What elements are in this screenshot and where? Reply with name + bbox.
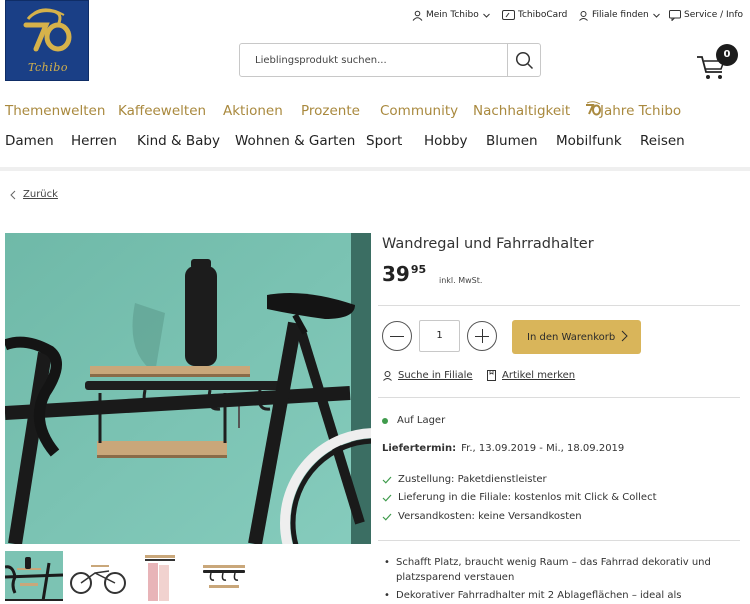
store-pin-icon bbox=[579, 10, 588, 21]
product-title: Wandregal und Fahrradhalter bbox=[382, 236, 594, 252]
bookmark-icon bbox=[487, 370, 496, 381]
search-button[interactable] bbox=[507, 44, 541, 76]
stock-indicator-dot bbox=[382, 417, 388, 424]
search-bar bbox=[239, 43, 541, 77]
search-input[interactable] bbox=[240, 44, 508, 76]
checkmark-icon bbox=[382, 476, 392, 484]
shipping-item: Zustellung: Paketdienstleister bbox=[382, 474, 547, 485]
thumbnail-1[interactable] bbox=[5, 551, 63, 601]
user-icon bbox=[412, 10, 423, 21]
stock-label: Auf Lager bbox=[397, 415, 446, 426]
cart-count-badge: 0 bbox=[716, 44, 738, 66]
quantity-plus-button[interactable] bbox=[467, 321, 497, 351]
service-link[interactable]: Service / Info bbox=[669, 8, 743, 22]
delivery-label: Liefertermin: bbox=[382, 443, 457, 454]
bookmark-link[interactable]: Artikel merken bbox=[486, 370, 575, 381]
nav-hobby[interactable]: Hobby bbox=[424, 133, 468, 149]
chevron-right-icon bbox=[621, 330, 628, 342]
stock-status: Auf Lager bbox=[382, 415, 445, 426]
nav-herren[interactable]: Herren bbox=[71, 133, 117, 149]
quantity-input[interactable]: 1 bbox=[419, 320, 460, 352]
search-icon bbox=[515, 51, 534, 69]
delivery-date: Liefertermin: Fr., 13.09.2019 - Mi., 18.0… bbox=[382, 443, 624, 454]
shipping-label: Zustellung: Paketdienstleister bbox=[398, 474, 547, 485]
nav-reisen[interactable]: Reisen bbox=[640, 133, 685, 149]
divider-bottom bbox=[378, 540, 740, 541]
price-cents: 95 bbox=[410, 263, 427, 276]
delivery-range: Fr., 13.09.2019 - Mi., 18.09.2019 bbox=[461, 443, 625, 454]
account-link[interactable]: Mein Tchibo bbox=[412, 8, 494, 22]
feature-item: Dekorativer Fahrradhalter mit 2 Ablagefl… bbox=[382, 588, 722, 604]
card-label: TchiboCard bbox=[518, 10, 568, 20]
card-icon bbox=[502, 10, 515, 20]
chevron-down-icon bbox=[482, 13, 490, 18]
nav-jahre-tchibo[interactable]: Jahre Tchibo bbox=[600, 103, 681, 119]
nav-sport[interactable]: Sport bbox=[366, 133, 402, 149]
shipping-label: Lieferung in die Filiale: kostenlos mit … bbox=[398, 492, 657, 503]
thumbnail-3[interactable] bbox=[133, 551, 191, 601]
tchibo-logo[interactable]: Tchibo bbox=[5, 0, 89, 81]
thumbnail-2[interactable] bbox=[69, 551, 127, 601]
price-note: inkl. MwSt. bbox=[439, 276, 483, 285]
shipping-item: Lieferung in die Filiale: kostenlos mit … bbox=[382, 492, 657, 503]
header-divider bbox=[0, 167, 750, 171]
thumbnail-4[interactable] bbox=[197, 551, 255, 601]
cart-button[interactable]: 0 bbox=[696, 44, 742, 80]
product-main-image[interactable] bbox=[5, 233, 371, 544]
nav-blumen[interactable]: Blumen bbox=[486, 133, 538, 149]
service-label: Service / Info bbox=[684, 10, 744, 20]
nav-aktionen[interactable]: Aktionen bbox=[223, 103, 283, 119]
add-to-cart-label: In den Warenkorb bbox=[527, 331, 616, 343]
nav-kind-baby[interactable]: Kind & Baby bbox=[137, 133, 220, 149]
find-in-store-label: Suche in Filiale bbox=[398, 370, 473, 381]
back-label: Zurück bbox=[23, 189, 58, 200]
shipping-label: Versandkosten: keine Versandkosten bbox=[398, 511, 582, 522]
checkmark-icon bbox=[382, 513, 392, 521]
add-to-cart-button[interactable]: In den Warenkorb bbox=[512, 320, 641, 354]
tchibocard-link[interactable]: TchiboCard bbox=[502, 8, 567, 22]
find-in-store-link[interactable]: Suche in Filiale bbox=[382, 370, 473, 381]
product-price: 3995 bbox=[382, 262, 426, 286]
quantity-minus-button[interactable] bbox=[382, 321, 412, 351]
bookmark-label: Artikel merken bbox=[502, 370, 576, 381]
store-finder-link[interactable]: Filiale finden bbox=[578, 8, 664, 22]
nav-prozente[interactable]: Prozente bbox=[301, 103, 360, 119]
account-label: Mein Tchibo bbox=[426, 10, 479, 20]
nav-damen[interactable]: Damen bbox=[5, 133, 54, 149]
price-main: 39 bbox=[382, 262, 410, 286]
checkmark-icon bbox=[382, 494, 392, 502]
chevron-left-icon bbox=[10, 190, 16, 199]
nav-wohnen-garten[interactable]: Wohnen & Garten bbox=[235, 133, 355, 149]
store-label: Filiale finden bbox=[592, 10, 649, 20]
nav-themenwelten[interactable]: Themenwelten bbox=[5, 103, 105, 119]
store-search-icon bbox=[383, 371, 392, 381]
back-link[interactable]: Zurück bbox=[10, 189, 58, 200]
feature-item: Schafft Platz, braucht wenig Raum – das … bbox=[382, 555, 722, 585]
nav-mobilfunk[interactable]: Mobilfunk bbox=[556, 133, 622, 149]
nav-nachhaltigkeit[interactable]: Nachhaltigkeit bbox=[473, 103, 570, 119]
divider-middle bbox=[378, 397, 740, 398]
shipping-item: Versandkosten: keine Versandkosten bbox=[382, 511, 582, 522]
brand-name: Tchibo bbox=[28, 61, 68, 74]
chat-icon bbox=[669, 9, 681, 21]
nav-kaffeewelten[interactable]: Kaffeewelten bbox=[118, 103, 206, 119]
chevron-down-icon bbox=[652, 13, 660, 18]
divider-top bbox=[378, 305, 740, 306]
nav-community[interactable]: Community bbox=[380, 103, 458, 119]
